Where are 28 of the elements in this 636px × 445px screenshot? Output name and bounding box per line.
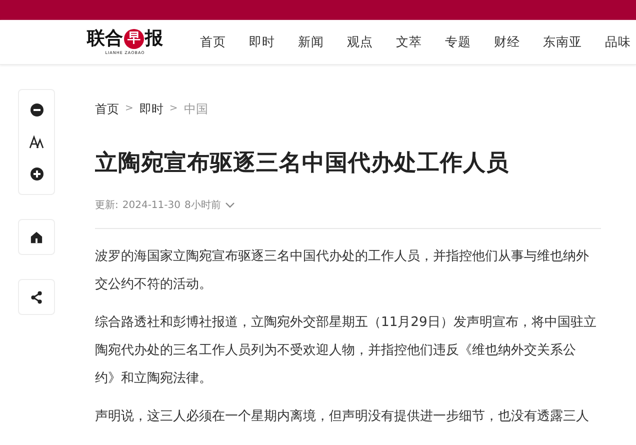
share-icon bbox=[30, 290, 43, 304]
nav-link[interactable]: 观点 bbox=[347, 34, 373, 50]
share-button[interactable] bbox=[18, 279, 55, 315]
nav-link[interactable]: 新闻 bbox=[298, 34, 324, 50]
nav-link[interactable]: 文萃 bbox=[396, 34, 422, 50]
nav-link[interactable]: 即时 bbox=[249, 34, 275, 50]
zoom-out-icon[interactable] bbox=[30, 103, 44, 117]
zoom-in-icon[interactable] bbox=[30, 167, 44, 181]
update-label: 更新: bbox=[95, 198, 118, 212]
nav-link[interactable]: 首页 bbox=[200, 34, 226, 50]
breadcrumb-link[interactable]: 即时 bbox=[139, 101, 164, 118]
nav-link[interactable]: 专题 bbox=[445, 34, 471, 50]
article-paragraph: 声明说，这三人必须在一个星期内离境，但声明没有提供进一步细节，也没有透露三人 bbox=[95, 408, 590, 426]
update-time: 8小时前 bbox=[184, 198, 221, 212]
article-paragraph: 波罗的海国家立陶宛宣布驱逐三名中国代办处的工作人员，并指控他们从事与维也纳外交公约不符的活动。 bbox=[95, 248, 590, 294]
breadcrumb-separator: > bbox=[169, 102, 178, 116]
update-date: 2024-11-30 bbox=[122, 200, 180, 210]
home-icon bbox=[30, 230, 43, 244]
nav-link[interactable]: 东南亚 bbox=[543, 34, 582, 50]
breadcrumb-link[interactable]: 首页 bbox=[95, 101, 119, 118]
chevron-down-icon[interactable] bbox=[224, 202, 235, 208]
font-size-icon[interactable] bbox=[28, 135, 44, 149]
breadcrumb-separator: > bbox=[125, 102, 134, 116]
home-button[interactable] bbox=[18, 219, 55, 255]
article-title: 立陶宛宣布驱逐三名中国代办处工作人员 bbox=[95, 149, 510, 178]
article-paragraph: 综合路透社和彭博社报道，立陶宛外交部星期五（11月29日）发声明宣布，将中国驻立陶宛代办处的三名工作人员列为不受欢迎人物，并指控他们违反《维也纳外交关系公约》和立陶宛法律。 bbox=[95, 314, 598, 388]
nav-link[interactable]: 品味 bbox=[605, 34, 631, 50]
nav-link[interactable]: 财经 bbox=[494, 34, 520, 50]
